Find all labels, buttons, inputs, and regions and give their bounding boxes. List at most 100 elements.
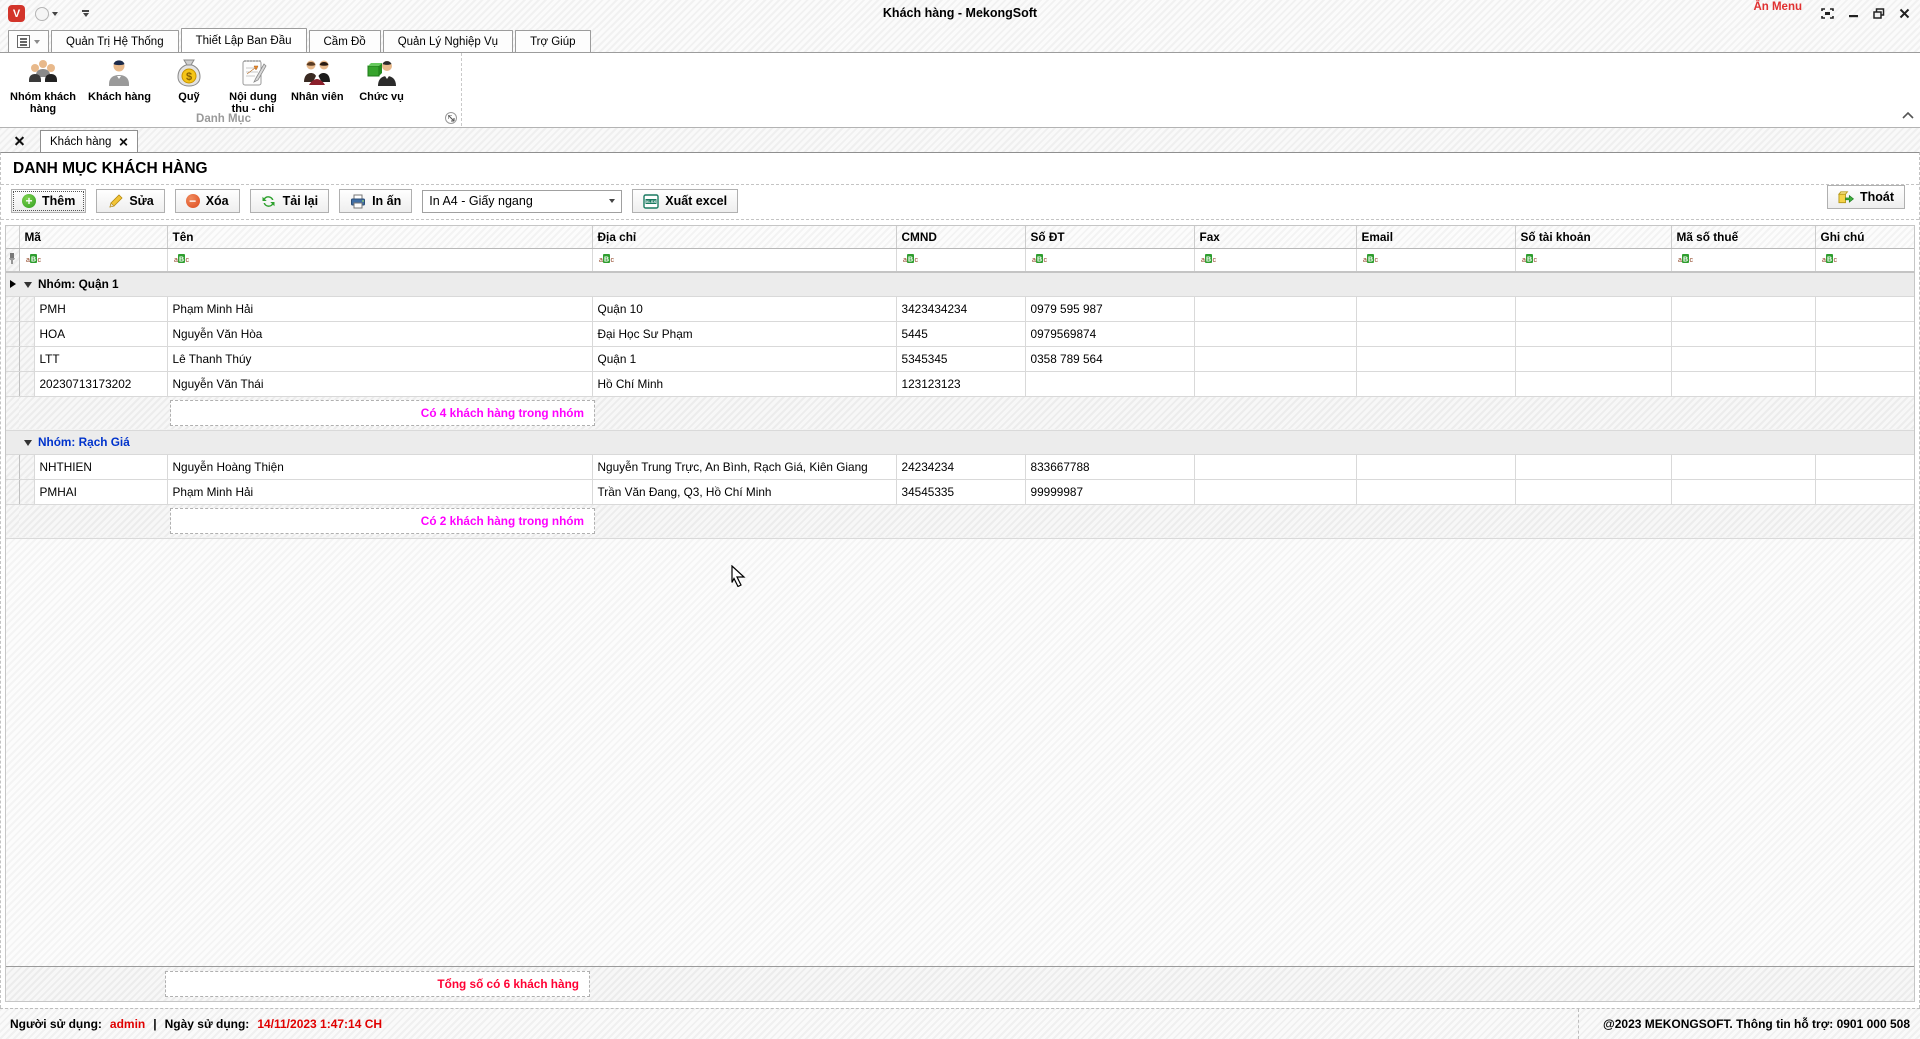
filter-cell-dia-chi[interactable]: aBc [592, 248, 896, 272]
minimize-button[interactable] [1848, 8, 1859, 19]
restore-button[interactable] [1873, 8, 1885, 19]
text-filter-icon: aBc [1031, 253, 1047, 264]
excel-icon: XLSX [643, 193, 659, 209]
tab-thiet-lap-ban-dau[interactable]: Thiết Lập Ban Đầu [181, 28, 307, 52]
ribbon-item-nhan-vien[interactable]: Nhân viên [285, 56, 350, 104]
group-row-quan-1[interactable]: Nhóm: Quận 1 [6, 272, 1915, 296]
table-row[interactable]: HOANguyễn Văn Hòa Đại Học Sư Phạm5445 09… [6, 321, 1915, 346]
filter-cell-ghi-chu[interactable]: aBc [1815, 248, 1915, 272]
collapse-ribbon-button[interactable] [1902, 108, 1914, 122]
svg-text:a: a [174, 257, 178, 264]
text-filter-icon: aBc [173, 253, 189, 264]
hide-menu-button[interactable]: Ẩn Menu [1753, 1, 1802, 13]
group-footer-rach-gia: Có 2 khách hàng trong nhóm [6, 504, 1915, 538]
column-header-ghi-chu[interactable]: Ghi chú [1815, 226, 1915, 248]
window-list-button[interactable] [8, 30, 49, 52]
window-list-icon [17, 35, 30, 48]
fullscreen-button[interactable] [1821, 8, 1834, 19]
tab-tro-giup[interactable]: Trợ Giúp [515, 30, 590, 52]
column-header-fax[interactable]: Fax [1194, 226, 1356, 248]
copyright-text: @2023 MEKONGSOFT. Thông tin hỗ trợ: 0901… [1578, 1009, 1920, 1039]
filter-cell-so-dt[interactable]: aBc [1025, 248, 1194, 272]
ribbon-item-noi-dung-thu-chi[interactable]: Nội dung thu - chi [221, 56, 285, 116]
print-format-select[interactable]: In A4 - Giấy ngang [422, 190, 622, 213]
column-header-ten[interactable]: Tên [167, 226, 592, 248]
date-value: 14/11/2023 1:47:14 CH [257, 1017, 382, 1031]
filter-cell-ma-so-thue[interactable]: aBc [1671, 248, 1815, 272]
svg-text:a: a [1363, 257, 1367, 264]
group-row-rach-gia[interactable]: Nhóm: Rạch Giá [6, 430, 1915, 454]
svg-text:a: a [26, 257, 30, 264]
ribbon-group-danh-muc: Nhóm khách hàng Khách hàng [0, 52, 1920, 126]
svg-text:XLSX: XLSX [646, 199, 657, 204]
edit-button[interactable]: Sửa [96, 189, 164, 213]
close-button[interactable] [1899, 8, 1910, 19]
close-tab-icon[interactable] [120, 138, 128, 146]
column-header-dia-chi[interactable]: Địa chỉ [592, 226, 896, 248]
reload-button[interactable]: Tải lại [250, 189, 329, 213]
doc-tab-khach-hang[interactable]: Khách hàng [40, 130, 138, 152]
ribbon-item-khach-hang[interactable]: Khách hàng [82, 56, 157, 104]
svg-text:c: c [1374, 257, 1378, 264]
table-row[interactable]: PMHPhạm Minh Hải Quận 103423434234 0979 … [6, 296, 1915, 321]
delete-button[interactable]: − Xóa [175, 189, 240, 213]
column-header-email[interactable]: Email [1356, 226, 1515, 248]
ribbon-item-nhom-khach-hang[interactable]: Nhóm khách hàng [4, 56, 82, 116]
table-row[interactable]: LTTLê Thanh Thúy Quận 15345345 0358 789 … [6, 346, 1915, 371]
column-header-so-dt[interactable]: Số ĐT [1025, 226, 1194, 248]
svg-text:B: B [1205, 256, 1210, 263]
table-row[interactable]: PMHAIPhạm Minh Hải Trần Văn Đang, Q3, Hồ… [6, 479, 1915, 504]
panel-bottom-gap [1, 1002, 1919, 1008]
close-all-tabs-button[interactable] [6, 131, 32, 151]
ribbon-item-label: Quỹ [178, 91, 199, 103]
add-button[interactable]: + Thêm [11, 189, 86, 213]
table-row[interactable]: 20230713173202Nguyễn Văn Thái Hồ Chí Min… [6, 371, 1915, 396]
table-row[interactable]: NHTHIENNguyễn Hoàng Thiện Nguyễn Trung T… [6, 454, 1915, 479]
filter-cell-ten[interactable]: aBc [167, 248, 592, 272]
exit-button[interactable]: Thoát [1827, 185, 1905, 209]
export-excel-button[interactable]: XLSX Xuất excel [632, 189, 738, 213]
tab-quan-ly-nghiep-vu[interactable]: Quản Lý Nghiệp Vụ [383, 30, 513, 52]
ribbon-item-chuc-vu[interactable]: Chức vụ [350, 56, 414, 104]
ribbon-item-quy[interactable]: $ Quỹ [157, 56, 221, 104]
column-header-ma-so-thue[interactable]: Mã số thuế [1671, 226, 1815, 248]
column-header-ma[interactable]: Mã [19, 226, 167, 248]
text-filter-icon: aBc [1677, 253, 1693, 264]
position-icon [366, 57, 398, 89]
ribbon-group-caption: Danh Mục [0, 113, 447, 125]
filter-cell-cmnd[interactable]: aBc [896, 248, 1025, 272]
print-button[interactable]: In ấn [339, 189, 412, 213]
tab-quan-tri-he-thong[interactable]: Quản Trị Hệ Thống [51, 30, 179, 52]
ribbon-item-label: Khách hàng [88, 91, 151, 103]
filter-cell-ma[interactable]: aBc [19, 248, 167, 272]
svg-text:B: B [30, 256, 35, 263]
svg-text:B: B [907, 256, 912, 263]
collapse-group-icon[interactable] [24, 282, 32, 288]
svg-text:c: c [1689, 257, 1693, 264]
svg-text:a: a [1201, 257, 1205, 264]
ribbon-item-label: Nhân viên [291, 91, 344, 103]
svg-text:a: a [599, 257, 603, 264]
toolbar: + Thêm Sửa − Xóa Tải lại In ấn In A4 - [1, 185, 1919, 220]
ribbon-tab-strip: Quản Trị Hệ Thống Thiết Lập Ban Đầu Cầm … [0, 28, 1920, 52]
title-bar: V Khách hàng - MekongSoft Ẩn Menu [0, 0, 1920, 28]
user-label: Người sử dụng: [10, 1017, 102, 1031]
svg-text:B: B [178, 256, 183, 263]
status-separator: | [153, 1017, 156, 1031]
customer-grid: Mã Tên Địa chỉ CMND Số ĐT Fax Email Số t… [5, 225, 1915, 1002]
column-header-so-tai-khoan[interactable]: Số tài khoản [1515, 226, 1671, 248]
document-tab-strip: Khách hàng [0, 128, 1920, 152]
tab-cam-do[interactable]: Cầm Đồ [309, 30, 381, 52]
collapse-group-icon[interactable] [24, 440, 32, 446]
svg-text:a: a [1522, 257, 1526, 264]
filter-cell-email[interactable]: aBc [1356, 248, 1515, 272]
svg-text:B: B [1682, 256, 1687, 263]
doc-tab-label: Khách hàng [50, 136, 111, 148]
date-label: Ngày sử dụng: [165, 1017, 250, 1031]
filter-cell-so-tai-khoan[interactable]: aBc [1515, 248, 1671, 272]
filter-cell-fax[interactable]: aBc [1194, 248, 1356, 272]
column-header-cmnd[interactable]: CMND [896, 226, 1025, 248]
dialog-launcher-icon[interactable] [445, 112, 457, 124]
chevron-down-icon [609, 199, 615, 203]
svg-text:B: B [603, 256, 608, 263]
